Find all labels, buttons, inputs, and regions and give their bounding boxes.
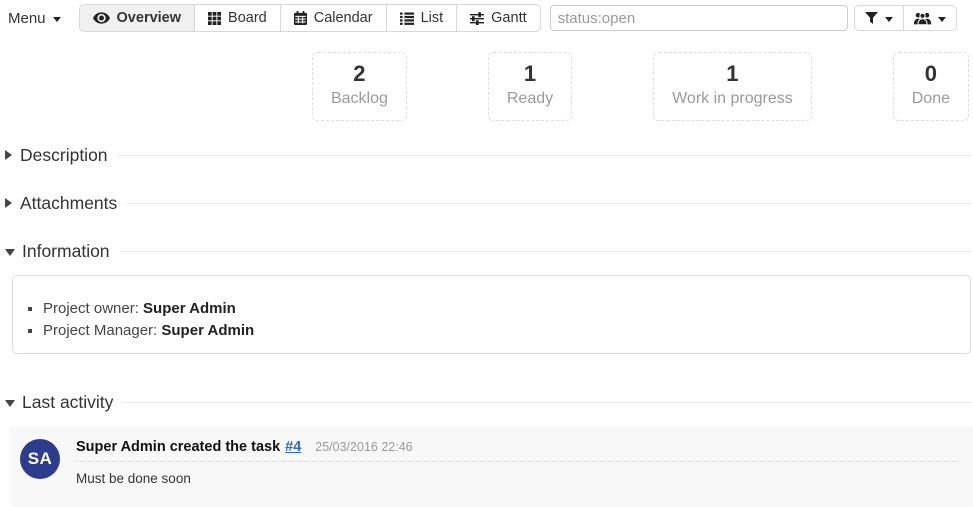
filter-dropdown-button[interactable] (855, 6, 903, 30)
tab-label: Board (228, 10, 267, 26)
caret-down-icon (53, 17, 61, 22)
list-icon (400, 12, 414, 25)
list-item: Project Manager: Super Admin (43, 320, 970, 342)
stat-label: Ready (507, 87, 553, 111)
filter-icon (865, 12, 878, 25)
header-rule (120, 251, 971, 252)
stat-count: 0 (912, 60, 950, 87)
users-dropdown-button[interactable] (903, 6, 956, 30)
section-toggle-information[interactable]: Information (5, 240, 973, 262)
collapsed-arrow-icon (5, 198, 12, 208)
activity-content: Super Admin created the task #4 25/03/20… (76, 439, 959, 495)
tab-calendar[interactable]: Calendar (281, 5, 387, 31)
activity-title-row: Super Admin created the task #4 25/03/20… (76, 439, 959, 462)
stat-ready: 1 Ready (488, 52, 572, 121)
header-rule (127, 203, 971, 204)
information-panel: Project owner: Super Admin Project Manag… (12, 275, 971, 354)
task-link[interactable]: #4 (285, 439, 301, 455)
stat-label: Work in progress (672, 87, 793, 111)
tab-list[interactable]: List (387, 5, 458, 31)
section-title: Last activity (22, 392, 113, 413)
activity-title: Super Admin created the task (76, 439, 280, 455)
info-label: Project owner: (43, 300, 143, 317)
avatar: SA (20, 439, 60, 479)
caret-down-icon (885, 17, 893, 22)
tab-board[interactable]: Board (195, 5, 281, 31)
tab-label: Overview (117, 10, 182, 26)
eye-icon (93, 12, 110, 24)
section-toggle-description[interactable]: Description (5, 144, 973, 166)
list-item: Project owner: Super Admin (43, 298, 970, 320)
view-switcher: Overview Board Calendar List Gantt (79, 4, 541, 32)
stat-work-in-progress: 1 Work in progress (653, 52, 812, 121)
menu-label: Menu (8, 10, 46, 27)
section-title: Information (22, 241, 110, 262)
grid-icon (208, 12, 221, 25)
activity-timestamp: 25/03/2016 22:46 (315, 440, 412, 454)
expanded-arrow-icon (5, 400, 15, 407)
header-rule (118, 155, 971, 156)
filter-button-group (854, 5, 957, 31)
search-input[interactable] (550, 5, 848, 31)
stat-count: 1 (507, 60, 553, 87)
tab-label: Gantt (491, 10, 526, 26)
stat-done: 0 Done (893, 52, 969, 121)
tab-gantt[interactable]: Gantt (457, 5, 539, 31)
toolbar: Menu Overview Board Calendar List Gantt (0, 0, 973, 32)
section-title: Description (20, 145, 108, 166)
section-toggle-last-activity[interactable]: Last activity (5, 391, 973, 413)
tab-label: Calendar (314, 10, 373, 26)
calendar-icon (294, 11, 307, 25)
stat-count: 1 (672, 60, 793, 87)
expanded-arrow-icon (5, 249, 15, 256)
activity-message: Must be done soon (76, 471, 959, 486)
stat-count: 2 (331, 60, 388, 87)
header-rule (123, 402, 971, 403)
activity-event: SA Super Admin created the task #4 25/03… (10, 427, 973, 507)
tab-overview[interactable]: Overview (80, 5, 196, 31)
caret-down-icon (938, 17, 946, 22)
tab-label: List (421, 10, 444, 26)
stat-label: Backlog (331, 87, 388, 111)
users-icon (914, 12, 931, 25)
stat-label: Done (912, 87, 950, 111)
info-label: Project Manager: (43, 322, 161, 339)
stat-backlog: 2 Backlog (312, 52, 407, 121)
info-value: Super Admin (143, 300, 236, 317)
info-value: Super Admin (161, 322, 254, 339)
column-summary: 2 Backlog 1 Ready 1 Work in progress 0 D… (0, 52, 973, 121)
menu-dropdown[interactable]: Menu (5, 10, 67, 27)
section-title: Attachments (20, 193, 117, 214)
collapsed-arrow-icon (5, 150, 12, 160)
sliders-icon (470, 12, 484, 25)
section-toggle-attachments[interactable]: Attachments (5, 192, 973, 214)
information-list: Project owner: Super Admin Project Manag… (13, 298, 970, 342)
